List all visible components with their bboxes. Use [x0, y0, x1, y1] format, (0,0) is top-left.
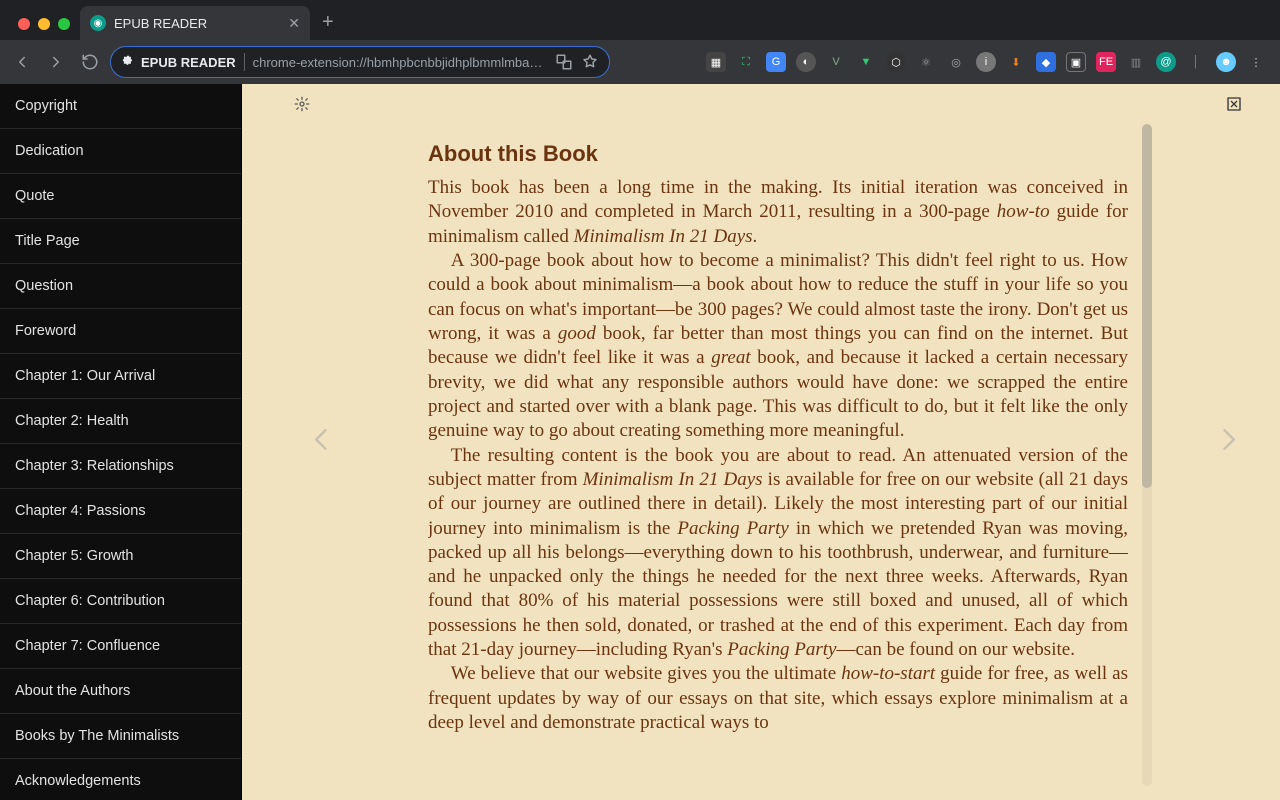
tab-close-button[interactable]: ✕ [288, 15, 300, 32]
ext-library-icon[interactable]: ▥ [1126, 52, 1146, 72]
scrollbar-thumb[interactable] [1142, 124, 1152, 488]
paragraph: A 300-page book about how to become a mi… [428, 249, 1128, 444]
table-of-contents[interactable]: CopyrightDedicationQuoteTitle PageQuesti… [0, 84, 242, 800]
ext-fullscreen-icon[interactable]: ⛶ [736, 52, 756, 72]
window-close-button[interactable] [18, 18, 30, 30]
toc-item[interactable]: Chapter 5: Growth [0, 534, 241, 579]
reader-pane: About this Book This book has been a lon… [242, 84, 1280, 800]
browser-tab[interactable]: ◉ EPUB READER ✕ [80, 6, 310, 40]
ext-profile-icon[interactable]: ☻ [1216, 52, 1236, 72]
toc-item[interactable]: Chapter 1: Our Arrival [0, 354, 241, 399]
omnibox-separator [244, 53, 245, 71]
ext-target-icon[interactable]: ◎ [946, 52, 966, 72]
toc-item[interactable]: Chapter 4: Passions [0, 489, 241, 534]
translate-icon[interactable] [555, 53, 573, 71]
extension-name: EPUB READER [141, 55, 236, 70]
toc-item[interactable]: Chapter 7: Confluence [0, 624, 241, 669]
kebab-menu-icon[interactable]: ⋮ [1246, 52, 1266, 72]
toc-item[interactable]: Chapter 3: Relationships [0, 444, 241, 489]
extension-icons-row: ▦ ⛶ G ◐ V ▼ ⬡ ⚛ ◎ i ⬇ ◆ ▣ FE ▥ @ │ ☻ ⋮ [706, 52, 1272, 72]
bookmark-star-icon[interactable] [581, 53, 599, 71]
ext-info-icon[interactable]: i [976, 52, 996, 72]
ext-vue-icon[interactable]: V [826, 52, 846, 72]
ext-eslint-icon[interactable]: ⬡ [886, 52, 906, 72]
ext-clip-icon[interactable]: ◆ [1036, 52, 1056, 72]
ext-qr-icon[interactable]: ▦ [706, 52, 726, 72]
toc-item[interactable]: Foreword [0, 309, 241, 354]
window-zoom-button[interactable] [58, 18, 70, 30]
ext-image-icon[interactable]: ▣ [1066, 52, 1086, 72]
next-page-button[interactable] [1214, 426, 1242, 459]
ext-fe-icon[interactable]: FE [1096, 52, 1116, 72]
ext-at-icon[interactable]: @ [1156, 52, 1176, 72]
toc-item[interactable]: Acknowledgements [0, 759, 241, 800]
toc-item[interactable]: Books by The Minimalists [0, 714, 241, 759]
new-tab-button[interactable]: + [310, 11, 346, 40]
paragraph: The resulting content is the book you ar… [428, 444, 1128, 663]
prev-page-button[interactable] [308, 426, 336, 459]
toc-item[interactable]: Question [0, 264, 241, 309]
browser-toolbar: EPUB READER chrome-extension://hbmhpbcnb… [0, 40, 1280, 84]
extension-badge: EPUB READER [121, 55, 236, 70]
ext-download-icon[interactable]: ⬇ [1006, 52, 1026, 72]
ext-translate-icon[interactable]: G [766, 52, 786, 72]
toc-item[interactable]: Chapter 2: Health [0, 399, 241, 444]
address-bar[interactable]: EPUB READER chrome-extension://hbmhpbcnb… [110, 46, 610, 78]
section-heading: About this Book [428, 140, 1128, 168]
forward-button[interactable] [42, 48, 70, 76]
toc-item[interactable]: Dedication [0, 129, 241, 174]
tab-title: EPUB READER [114, 16, 207, 31]
tab-strip: ◉ EPUB READER ✕ + [0, 0, 1280, 40]
page-content: About this Book This book has been a lon… [428, 140, 1128, 800]
reload-button[interactable] [76, 48, 104, 76]
ext-shield-icon[interactable]: ▼ [856, 52, 876, 72]
tab-favicon-icon: ◉ [90, 15, 106, 31]
toc-item[interactable]: Chapter 6: Contribution [0, 579, 241, 624]
window-minimize-button[interactable] [38, 18, 50, 30]
paragraph: This book has been a long time in the ma… [428, 176, 1128, 249]
ext-divider-icon: │ [1186, 52, 1206, 72]
window-controls [8, 18, 80, 40]
toc-item[interactable]: Quote [0, 174, 241, 219]
back-button[interactable] [8, 48, 36, 76]
scrollbar-track[interactable] [1142, 124, 1152, 786]
reader-canvas: About this Book This book has been a lon… [258, 84, 1264, 800]
app-body: CopyrightDedicationQuoteTitle PageQuesti… [0, 84, 1280, 800]
ext-circle-icon[interactable]: ◐ [796, 52, 816, 72]
settings-button[interactable] [294, 96, 310, 117]
browser-chrome: ◉ EPUB READER ✕ + EPUB READER chrome-ext… [0, 0, 1280, 84]
url-text: chrome-extension://hbmhpbcnbbjidhplbmmlm… [253, 55, 547, 70]
paragraph: We believe that our website gives you th… [428, 662, 1128, 735]
toc-item[interactable]: Title Page [0, 219, 241, 264]
close-reader-button[interactable] [1226, 96, 1242, 117]
toc-item[interactable]: Copyright [0, 84, 241, 129]
toc-item[interactable]: About the Authors [0, 669, 241, 714]
ext-react-icon[interactable]: ⚛ [916, 52, 936, 72]
